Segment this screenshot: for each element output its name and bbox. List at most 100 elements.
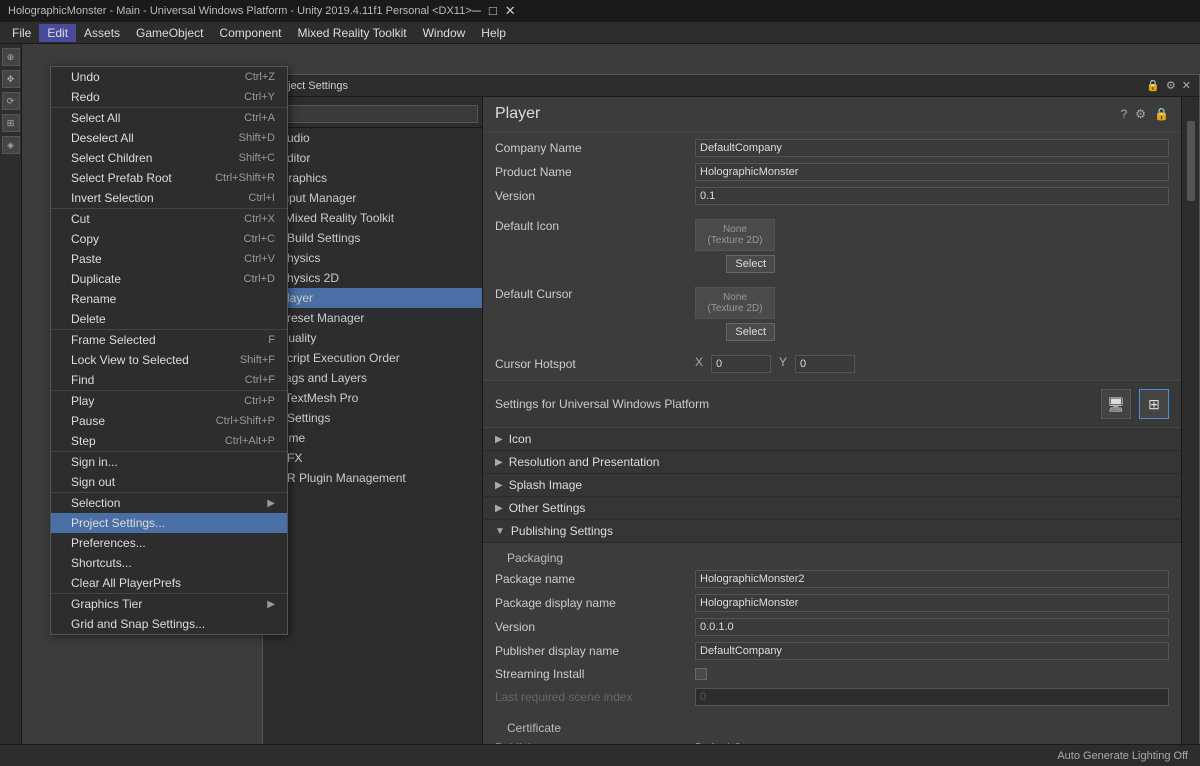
menu-help[interactable]: Help <box>473 24 514 42</box>
menu-item-find[interactable]: Find Ctrl+F <box>51 370 287 390</box>
product-name-label: Product Name <box>495 165 695 179</box>
package-display-name-input[interactable] <box>695 594 1169 612</box>
ps-nav-editor[interactable]: Editor <box>263 148 482 168</box>
ps-settings-icon[interactable]: ⚙ <box>1166 79 1176 92</box>
menu-item-delete[interactable]: Delete <box>51 309 287 329</box>
menu-item-duplicate[interactable]: Duplicate Ctrl+D <box>51 269 287 289</box>
publishing-collapse-header[interactable]: ▼ Publishing Settings <box>483 520 1181 543</box>
menu-item-copy[interactable]: Copy Ctrl+C <box>51 229 287 249</box>
menu-item-sign-out[interactable]: Sign out <box>51 472 287 492</box>
last-required-scene-input[interactable] <box>695 688 1169 706</box>
ps-nav-player[interactable]: Player <box>263 288 482 308</box>
menu-edit[interactable]: Edit <box>39 24 76 42</box>
tool-btn-3[interactable]: ⟳ <box>2 92 20 110</box>
resolution-collapse-header[interactable]: ▶ Resolution and Presentation <box>483 451 1181 474</box>
package-name-input[interactable] <box>695 570 1169 588</box>
menu-item-paste[interactable]: Paste Ctrl+V <box>51 249 287 269</box>
ps-nav-physics[interactable]: Physics <box>263 248 482 268</box>
ps-nav-quality[interactable]: Quality <box>263 328 482 348</box>
ps-nav-build-settings[interactable]: Build Settings <box>263 228 482 248</box>
menu-item-step[interactable]: Step Ctrl+Alt+P <box>51 431 287 451</box>
ps-close-icon[interactable]: ✕ <box>1182 79 1191 92</box>
menu-item-lock-view[interactable]: Lock View to Selected Shift+F <box>51 350 287 370</box>
package-version-input[interactable] <box>695 618 1169 636</box>
cursor-y-input[interactable] <box>795 355 855 373</box>
menu-gameobject[interactable]: GameObject <box>128 24 211 42</box>
menu-window[interactable]: Window <box>415 24 474 42</box>
cursor-x-label: X <box>695 355 703 373</box>
menu-component[interactable]: Component <box>211 24 289 42</box>
ps-nav-textmesh-settings[interactable]: Settings <box>263 408 482 428</box>
menu-item-graphics-tier[interactable]: Graphics Tier ▶ <box>51 594 287 614</box>
player-help-icon[interactable]: ? <box>1121 107 1128 121</box>
ps-nav-audio[interactable]: Audio <box>263 128 482 148</box>
ps-nav-graphics[interactable]: Graphics <box>263 168 482 188</box>
ps-nav-tags-and-layers[interactable]: Tags and Layers <box>263 368 482 388</box>
ps-nav-preset-manager[interactable]: Preset Manager <box>263 308 482 328</box>
streaming-install-checkbox[interactable] <box>695 668 707 680</box>
menu-file[interactable]: File <box>4 24 39 42</box>
menu-mixed-reality[interactable]: Mixed Reality Toolkit <box>289 24 414 42</box>
menu-item-frame-selected[interactable]: Frame Selected F <box>51 330 287 350</box>
version-input[interactable] <box>695 187 1169 205</box>
close-button[interactable]: ✕ <box>505 3 516 19</box>
menu-assets[interactable]: Assets <box>76 24 128 42</box>
menu-item-select-all[interactable]: Select All Ctrl+A <box>51 108 287 128</box>
ps-nav-time[interactable]: Time <box>263 428 482 448</box>
platform-icon-desktop[interactable]: 🖥 <box>1101 389 1131 419</box>
menu-item-cut[interactable]: Cut Ctrl+X <box>51 209 287 229</box>
menu-item-preferences[interactable]: Preferences... <box>51 533 287 553</box>
ps-search-input[interactable] <box>267 105 478 123</box>
default-icon-select-button[interactable]: Select <box>726 255 775 273</box>
menu-item-clear-playerprefs[interactable]: Clear All PlayerPrefs <box>51 573 287 593</box>
status-bar: Auto Generate Lighting Off <box>0 744 1200 766</box>
default-cursor-select-button[interactable]: Select <box>726 323 775 341</box>
tool-btn-1[interactable]: ⊕ <box>2 48 20 66</box>
maximize-button[interactable]: □ <box>489 3 497 19</box>
menu-item-select-children[interactable]: Select Children Shift+C <box>51 148 287 168</box>
menu-item-play[interactable]: Play Ctrl+P <box>51 391 287 411</box>
publisher-display-name-input[interactable] <box>695 642 1169 660</box>
project-settings-controls: 🔒 ⚙ ✕ <box>1146 79 1191 92</box>
menu-item-grid-snap[interactable]: Grid and Snap Settings... <box>51 614 287 634</box>
menu-item-rename[interactable]: Rename <box>51 289 287 309</box>
menu-item-pause[interactable]: Pause Ctrl+Shift+P <box>51 411 287 431</box>
ps-nav-input-manager[interactable]: Input Manager <box>263 188 482 208</box>
tool-btn-2[interactable]: ✥ <box>2 70 20 88</box>
company-name-input[interactable] <box>695 139 1169 157</box>
ps-lock-icon[interactable]: 🔒 <box>1146 79 1160 92</box>
app-title: HolographicMonster - Main - Universal Wi… <box>8 5 472 17</box>
menu-item-selection[interactable]: Selection ▶ <box>51 493 287 513</box>
edit-dropdown-menu[interactable]: Undo Ctrl+Z Redo Ctrl+Y Select All Ctrl+… <box>50 66 288 635</box>
ps-nav-script-execution-order[interactable]: Script Execution Order <box>263 348 482 368</box>
player-title: Player <box>495 105 540 123</box>
player-header-icons: ? ⚙ 🔒 <box>1121 107 1169 121</box>
icon-collapse-header[interactable]: ▶ Icon <box>483 428 1181 451</box>
icon-collapse-title: Icon <box>509 432 532 446</box>
default-icon-section: Default Icon None(Texture 2D) Select <box>483 212 1181 280</box>
ps-nav-physics-2d[interactable]: Physics 2D <box>263 268 482 288</box>
player-lock-icon[interactable]: 🔒 <box>1154 107 1169 121</box>
menu-item-shortcuts[interactable]: Shortcuts... <box>51 553 287 573</box>
minimize-button[interactable]: ─ <box>472 3 481 19</box>
splash-collapse-header[interactable]: ▶ Splash Image <box>483 474 1181 497</box>
ps-nav-mixed-reality[interactable]: ▼ Mixed Reality Toolkit <box>263 208 482 228</box>
cursor-x-input[interactable] <box>711 355 771 373</box>
platform-icon-uwp[interactable]: ⊞ <box>1139 389 1169 419</box>
tool-btn-5[interactable]: ◈ <box>2 136 20 154</box>
menu-item-redo[interactable]: Redo Ctrl+Y <box>51 87 287 107</box>
menu-item-invert-selection[interactable]: Invert Selection Ctrl+I <box>51 188 287 208</box>
menu-item-sign-in[interactable]: Sign in... <box>51 452 287 472</box>
menu-item-undo[interactable]: Undo Ctrl+Z <box>51 67 287 87</box>
scrollbar-thumb[interactable] <box>1187 121 1195 201</box>
menu-item-project-settings[interactable]: Project Settings... <box>51 513 287 533</box>
ps-nav-textmesh-pro[interactable]: ▼ TextMesh Pro <box>263 388 482 408</box>
ps-nav-vfx[interactable]: VFX <box>263 448 482 468</box>
player-settings-icon[interactable]: ⚙ <box>1135 107 1146 121</box>
menu-item-deselect-all[interactable]: Deselect All Shift+D <box>51 128 287 148</box>
product-name-input[interactable] <box>695 163 1169 181</box>
menu-item-select-prefab-root[interactable]: Select Prefab Root Ctrl+Shift+R <box>51 168 287 188</box>
tool-btn-4[interactable]: ⊞ <box>2 114 20 132</box>
other-collapse-header[interactable]: ▶ Other Settings <box>483 497 1181 520</box>
ps-nav-xr-plugin[interactable]: XR Plugin Management <box>263 468 482 488</box>
